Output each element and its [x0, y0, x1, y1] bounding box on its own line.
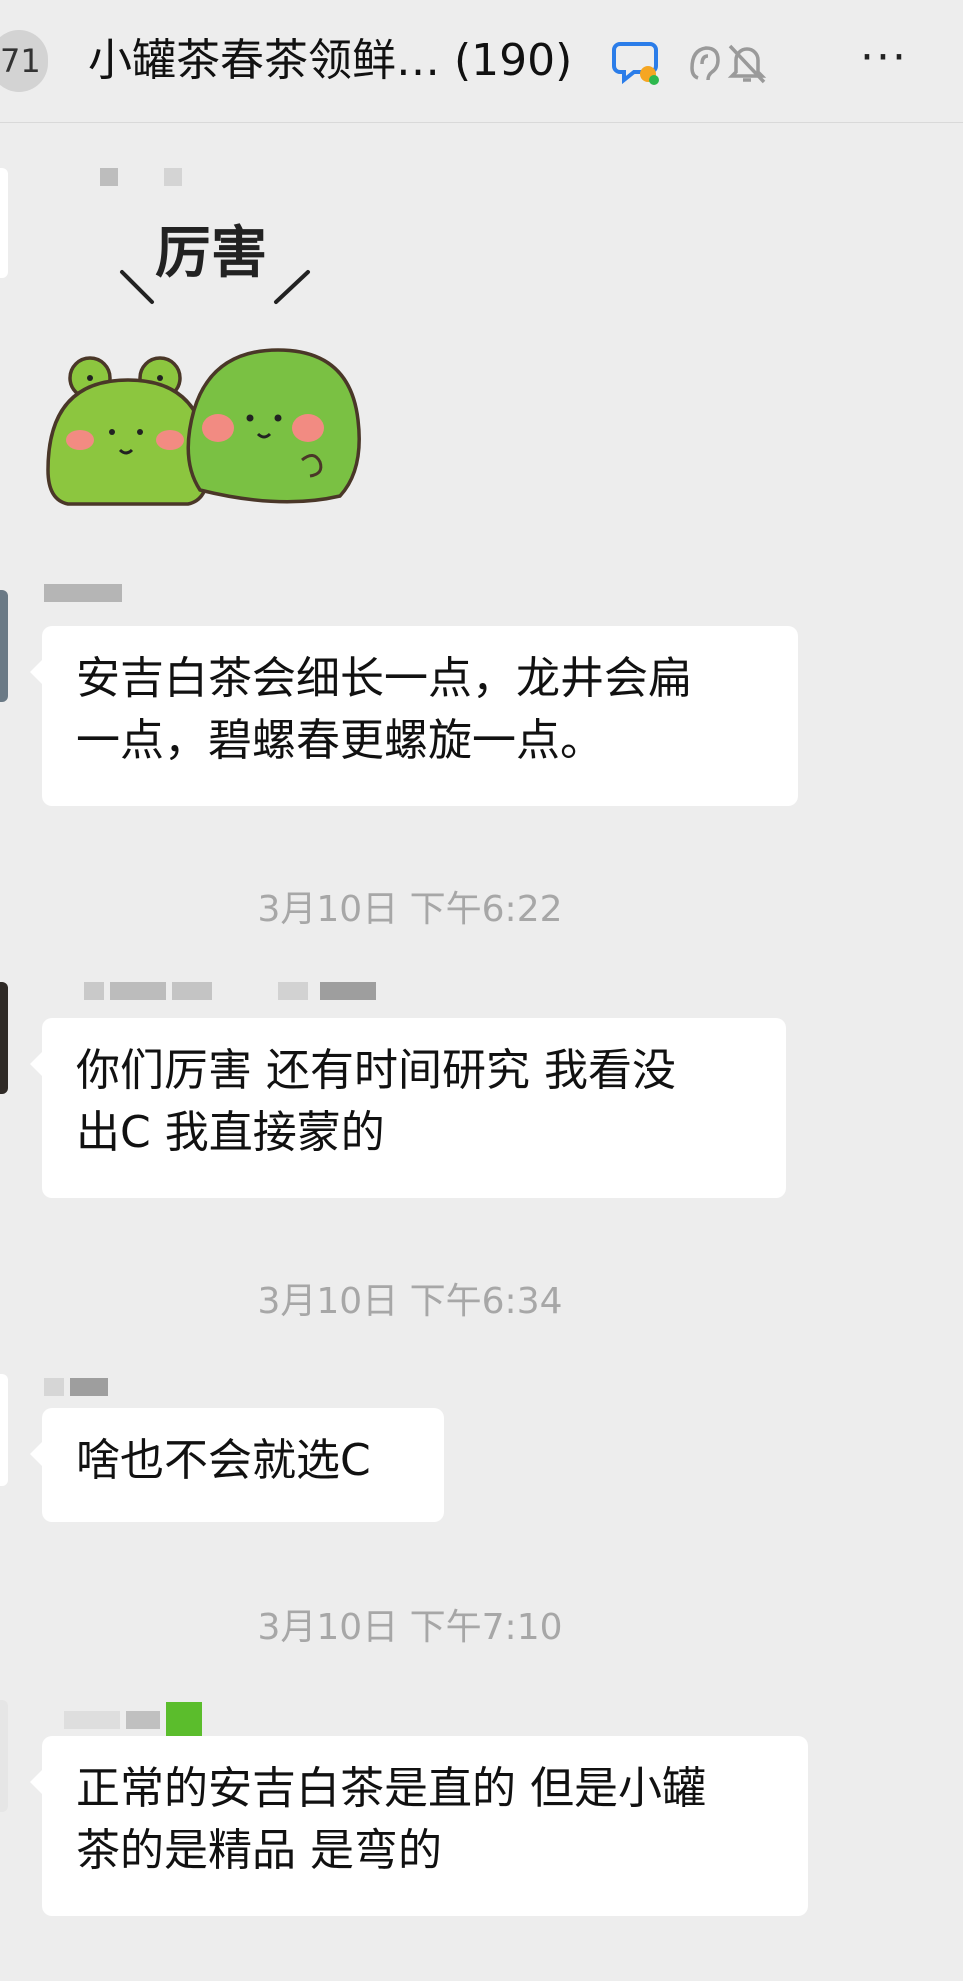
timestamp: 3月10日 下午7:10: [257, 1607, 563, 1648]
frog-character: [46, 356, 210, 506]
avatar[interactable]: [0, 590, 8, 702]
mute-notifications-icon: [727, 44, 767, 84]
chat-title: 小罐茶春茶领鲜… (190): [88, 35, 573, 86]
message-bubble[interactable]: 正常的安吉白茶是直的 但是小罐 茶的是精品 是弯的: [30, 1736, 808, 1916]
sticker-image[interactable]: 厉害: [40, 160, 380, 520]
sender-name-redacted: [84, 982, 382, 1000]
message-text-line: 安吉白茶会细长一点，龙井会扁: [76, 653, 692, 704]
sticker-caption: 厉害: [155, 221, 267, 286]
message-text-line: 一点，碧螺春更螺旋一点。: [76, 715, 604, 766]
message-text-line: 茶的是精品 是弯的: [76, 1825, 442, 1876]
more-options-button[interactable]: ···: [852, 30, 916, 92]
message-text-line: 出C 我直接蒙的: [76, 1107, 385, 1158]
sender-name-redacted: [64, 1702, 208, 1738]
message-text-line: 啥也不会就选C: [76, 1435, 371, 1486]
sender-name-redacted: [44, 1378, 114, 1396]
message-text-line: 正常的安吉白茶是直的 但是小罐: [76, 1763, 706, 1814]
sender-name-redacted: [44, 584, 128, 602]
message-text-line: 你们厉害 还有时间研究 我看没: [76, 1045, 676, 1096]
message-bubble[interactable]: 你们厉害 还有时间研究 我看没 出C 我直接蒙的: [30, 1018, 786, 1198]
group-chat-icon: [612, 42, 659, 85]
back-button-unread-count[interactable]: 71: [0, 30, 48, 92]
turtle-character: [186, 348, 361, 504]
message-bubble[interactable]: 啥也不会就选C: [30, 1408, 444, 1522]
avatar[interactable]: [0, 1700, 8, 1812]
chat-header: 71 小罐茶春茶领鲜… (190) ···: [0, 0, 963, 123]
timestamp: 3月10日 下午6:22: [257, 889, 563, 930]
avatar[interactable]: [0, 1374, 8, 1486]
avatar[interactable]: [0, 168, 8, 278]
timestamp: 3月10日 下午6:34: [257, 1281, 563, 1322]
message-bubble[interactable]: 安吉白茶会细长一点，龙井会扁 一点，碧螺春更螺旋一点。: [30, 626, 798, 806]
avatar[interactable]: [0, 982, 8, 1094]
